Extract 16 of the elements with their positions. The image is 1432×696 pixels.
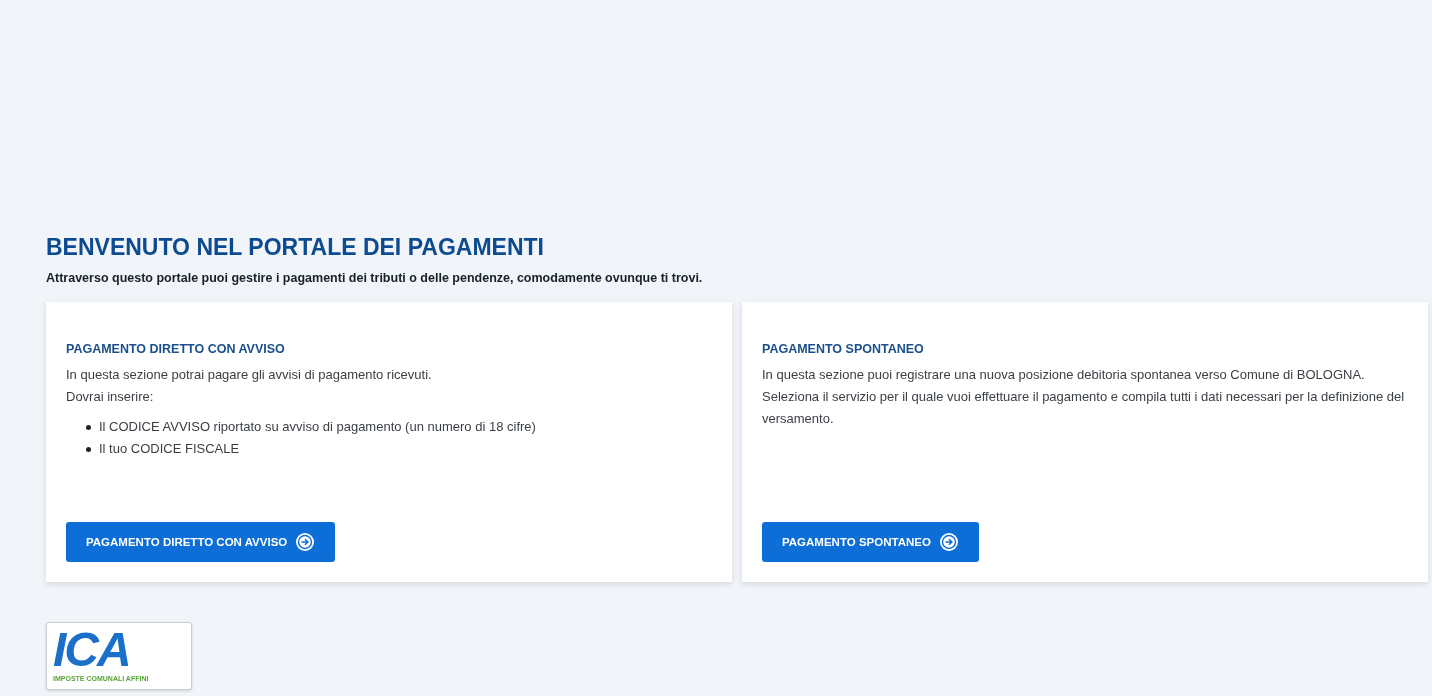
card-title: PAGAMENTO SPONTANEO: [762, 342, 925, 356]
payment-button[interactable]: PAGAMENTO DIRETTO CON AVVISO: [66, 522, 336, 562]
bullet-text: Il CODICE AVVISO riportato su avviso di pagamento (un numero di 18 cifre): [99, 418, 536, 436]
bullet-icon: [86, 446, 91, 452]
card-title: PAGAMENTO DIRETTO CON AVVISO: [66, 342, 286, 356]
page-title: BENVENUTO NEL PORTALE DEI PAGAMENTI: [46, 234, 545, 261]
card-text: In questa sezione potrai pagare gli avvisi di pagamento ricevuti.: [66, 366, 433, 384]
bullet-icon: [86, 424, 91, 430]
page-subtitle: Attraverso questo portale puoi gestire i pagamenti dei tributi o delle pendenze, comodamente ovunque ti trovi.: [46, 271, 704, 285]
arrow-circle-icon: [295, 532, 316, 552]
card-text: Dovrai inserire:: [66, 388, 155, 406]
logo-mark: ICA: [53, 625, 131, 675]
bullet-text: Il tuo CODICE FISCALE: [99, 440, 240, 458]
payment-button[interactable]: PAGAMENTO SPONTANEO: [762, 522, 979, 562]
arrow-circle-icon: [938, 532, 959, 552]
card-text: In questa sezione puoi registrare una nuova posizione debitoria spontanea verso Comune di BOLOGNA. Seleziona il servizio per il quale vuoi effettuare il pagamento e compila tutti i dati necessari per la definizione del versamento.: [762, 366, 1406, 428]
